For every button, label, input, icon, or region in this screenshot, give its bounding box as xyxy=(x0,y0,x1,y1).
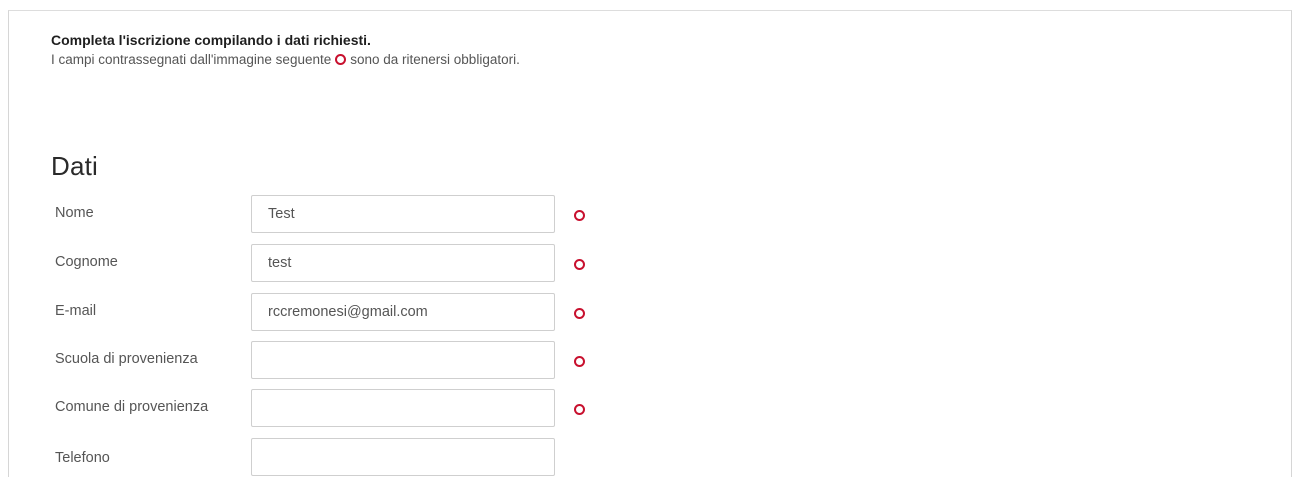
intro-text: I campi contrassegnati dall'immagine seg… xyxy=(51,52,520,67)
form-row-nome: Nome xyxy=(9,195,709,233)
telefono-label: Telefono xyxy=(55,450,110,466)
cognome-input[interactable] xyxy=(251,244,555,282)
cognome-label: Cognome xyxy=(55,254,118,270)
comune-input[interactable] xyxy=(251,389,555,427)
registration-panel: Completa l'iscrizione compilando i dati … xyxy=(8,10,1292,477)
email-input[interactable] xyxy=(251,293,555,331)
intro-text-before: I campi contrassegnati dall'immagine seg… xyxy=(51,52,332,67)
required-circle-icon xyxy=(335,54,347,65)
comune-label: Comune di provenienza xyxy=(55,399,209,415)
scuola-input[interactable] xyxy=(251,341,555,379)
intro-title: Completa l'iscrizione compilando i dati … xyxy=(51,32,371,48)
required-circle-icon xyxy=(574,404,585,415)
required-circle-icon xyxy=(574,259,585,270)
nome-label: Nome xyxy=(55,205,94,221)
telefono-input[interactable] xyxy=(251,438,555,476)
form-row-telefono: Telefono xyxy=(9,438,709,476)
form-row-cognome: Cognome xyxy=(9,244,709,282)
email-label: E-mail xyxy=(55,303,97,319)
required-circle-icon xyxy=(574,308,585,319)
form-row-email: E-mail xyxy=(9,293,709,331)
form-row-comune: Comune di provenienza xyxy=(9,389,709,427)
intro-text-after: sono da ritenersi obbligatori. xyxy=(350,52,520,67)
nome-input[interactable] xyxy=(251,195,555,233)
required-circle-icon xyxy=(574,210,585,221)
scuola-label: Scuola di provenienza xyxy=(55,351,198,367)
section-title: Dati xyxy=(51,150,99,181)
required-circle-icon xyxy=(574,356,585,367)
form-row-scuola: Scuola di provenienza xyxy=(9,341,709,379)
